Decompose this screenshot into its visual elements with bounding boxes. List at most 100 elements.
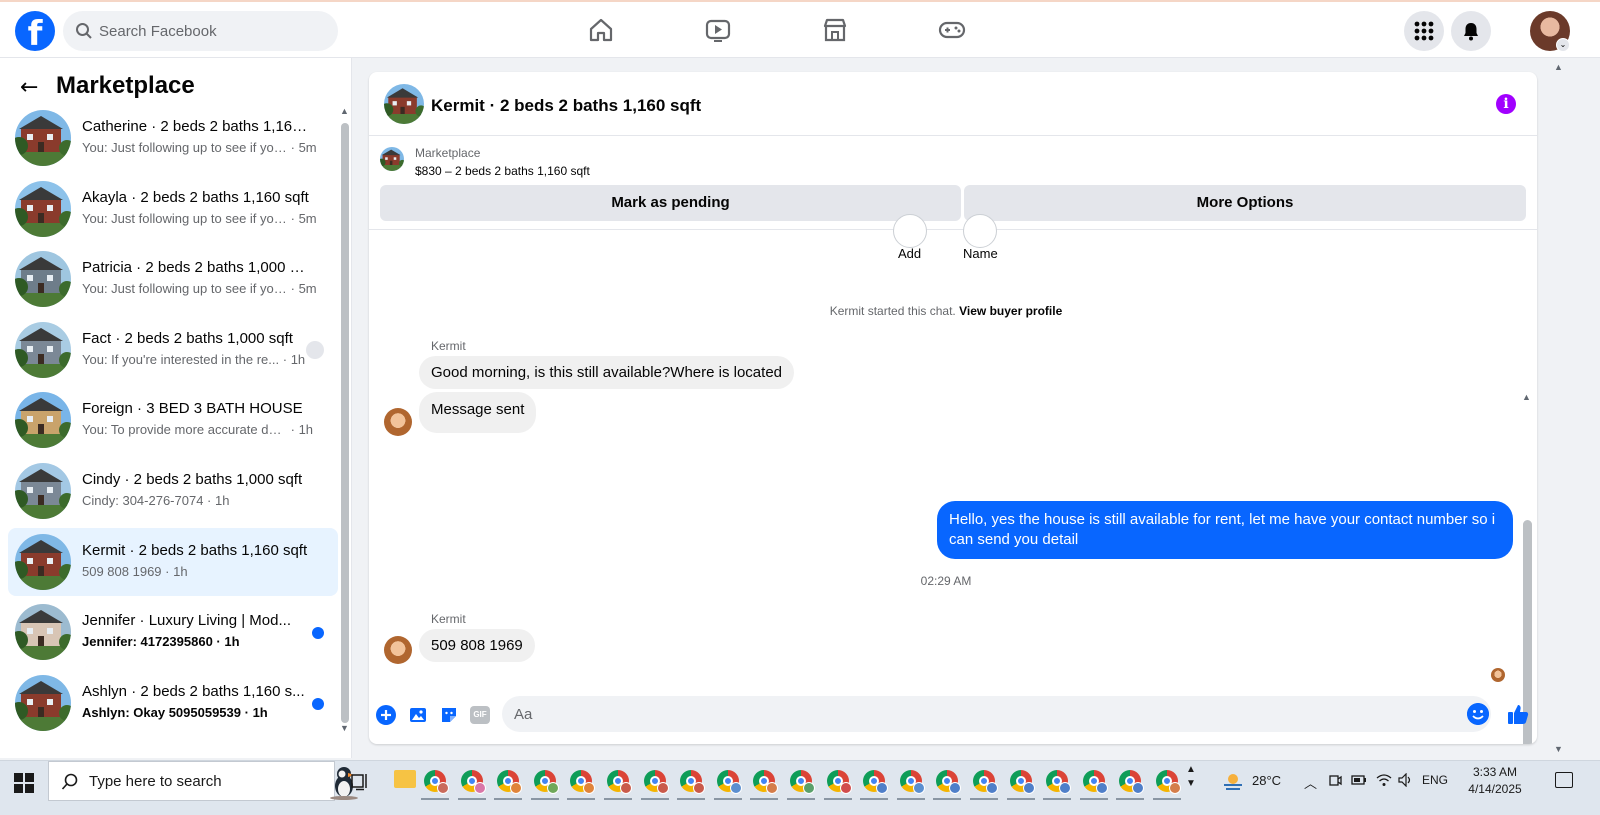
search-facebook[interactable] [63,11,338,51]
name-icon[interactable] [963,214,997,248]
conversation-snippet: You: To provide more accurate deta... · … [82,422,318,437]
conversation-item[interactable]: Patricia · 2 beds 2 baths 1,000 sqft You:… [8,245,338,313]
listing-price-title[interactable]: $830 – 2 beds 2 baths 1,160 sqft [415,164,590,178]
view-buyer-profile-link[interactable]: View buyer profile [959,304,1062,318]
file-explorer-icon[interactable] [394,770,416,788]
notification-center-icon[interactable] [1555,772,1573,788]
conversation-item[interactable]: Jennifer · Luxury Living | Mod... Jennife… [8,598,338,666]
chrome-window-icon[interactable] [424,770,449,794]
back-arrow-icon[interactable]: ← [20,75,38,100]
chrome-window-icon[interactable] [607,770,632,794]
chrome-window-icon[interactable] [899,770,925,794]
taskbar-overflow-arrows[interactable]: ▲ ▼ [1186,763,1196,791]
chrome-window-icon[interactable] [460,770,486,794]
taskbar-search[interactable]: Type here to search [48,761,358,801]
incoming-message[interactable]: Message sent [419,392,537,433]
sticker-icon[interactable] [438,704,460,726]
chrome-window-icon[interactable] [790,770,815,794]
running-indicator [713,798,742,800]
plus-icon[interactable] [375,704,397,726]
menu-grid-button[interactable] [1404,11,1444,51]
chrome-profile-badge [1059,782,1072,794]
gaming-icon[interactable] [938,16,966,44]
conversation-snippet: Cindy: 304-276-7074 · 1h [82,493,318,508]
chrome-window-icon[interactable] [716,770,742,794]
conversation-item[interactable]: Catherine · 2 beds 2 baths 1,160 ... You:… [8,104,338,172]
clock-date[interactable]: 4/14/2025 [1456,782,1534,796]
conversation-time: 1h [252,704,268,720]
chat-title[interactable]: Kermit · 2 beds 2 baths 1,160 sqft [431,96,701,116]
conversation-item[interactable]: Foreign · 3 BED 3 BATH HOUSE You: To prov… [8,386,338,454]
video-icon[interactable] [704,16,732,44]
sender-avatar[interactable] [384,408,412,436]
chrome-window-icon[interactable] [497,770,523,794]
show-hidden-icons-icon[interactable]: ︿ [1304,773,1317,792]
weather-temperature[interactable]: 28°C [1252,773,1281,788]
task-view-icon[interactable] [350,771,370,791]
chevron-down-icon[interactable]: ⌄ [1556,38,1570,52]
chrome-window-icon[interactable] [863,770,889,794]
chrome-window-icon[interactable] [826,770,852,794]
incoming-message[interactable]: Good morning, is this still available?Wh… [419,356,794,389]
chrome-window-icon[interactable] [936,770,962,794]
chrome-window-icon[interactable] [973,770,998,794]
listing-small-thumbnail[interactable] [380,147,404,171]
scroll-up-arrow-icon[interactable]: ▲ [340,106,349,116]
photo-icon[interactable] [407,704,429,726]
battery-icon[interactable] [1351,773,1367,787]
sender-avatar[interactable] [384,636,412,664]
conversation-item[interactable]: Kermit · 2 beds 2 baths 1,160 sqft 509 80… [8,527,338,596]
chat-header: Kermit · 2 beds 2 baths 1,160 sqft i [369,72,1537,136]
sender-name: Kermit [431,612,466,626]
mark-as-pending-button[interactable]: Mark as pending [380,185,961,221]
language-indicator[interactable]: ENG [1422,773,1448,787]
like-icon[interactable] [1506,702,1530,726]
outgoing-message[interactable]: Hello, yes the house is still available … [937,501,1513,559]
running-indicator [933,798,962,800]
scroll-down-arrow-icon[interactable]: ▼ [340,723,349,733]
notifications-button[interactable] [1451,11,1491,51]
chrome-window-icon[interactable] [1009,770,1035,794]
info-icon[interactable]: i [1496,94,1516,114]
wifi-icon[interactable] [1376,773,1392,787]
windows-start-icon[interactable] [14,773,34,793]
emoji-icon[interactable] [1467,703,1489,725]
meet-icon[interactable] [1328,773,1342,787]
conversation-item[interactable]: Cindy · 2 beds 2 baths 1,000 sqft Cindy: … [8,457,338,525]
gif-icon[interactable]: GIF [469,704,491,726]
page-scroll-up-icon[interactable]: ▲ [1554,62,1563,72]
conversation-item[interactable]: Akayla · 2 beds 2 baths 1,160 sqft You: J… [8,175,338,243]
running-indicator [677,798,706,800]
chrome-window-icon[interactable] [753,770,779,794]
chrome-window-icon[interactable] [1046,770,1072,794]
search-input[interactable] [99,11,329,51]
separator: · [287,210,299,226]
listing-thumbnail[interactable] [384,84,424,124]
chrome-window-icon[interactable] [1082,770,1108,794]
chrome-window-icon[interactable] [643,770,669,794]
page-scroll-down-icon[interactable]: ▼ [1554,744,1563,754]
clock-time[interactable]: 3:33 AM [1462,765,1528,779]
sidebar-scrollbar[interactable] [341,123,349,723]
chrome-profile-badge [693,782,706,794]
scroll-up-arrow-icon[interactable]: ▲ [1522,392,1531,402]
home-icon[interactable] [587,16,615,44]
volume-icon[interactable] [1398,773,1414,787]
conversation-item[interactable]: Ashlyn · 2 beds 2 baths 1,160 s... Ashlyn… [8,669,338,737]
add-icon[interactable] [893,214,927,248]
message-input[interactable] [514,696,1454,732]
incoming-message[interactable]: 509 808 1969 [419,629,535,662]
chrome-window-icon[interactable] [1119,770,1145,794]
conversation-thumbnail [15,110,71,166]
chrome-window-icon[interactable] [680,770,706,794]
marketplace-icon[interactable] [821,16,849,44]
chrome-window-icon[interactable] [570,770,596,794]
weather-icon[interactable] [1222,770,1244,792]
message-input-box[interactable] [502,696,1491,732]
chrome-window-icon[interactable] [533,770,559,794]
conversation-item[interactable]: Fact · 2 beds 2 baths 1,000 sqft You: If … [8,316,338,384]
facebook-logo[interactable]: f [15,11,55,51]
chrome-window-icon[interactable] [1156,770,1181,794]
chrome-profile-badge [1132,782,1145,794]
more-options-button[interactable]: More Options [964,185,1526,221]
